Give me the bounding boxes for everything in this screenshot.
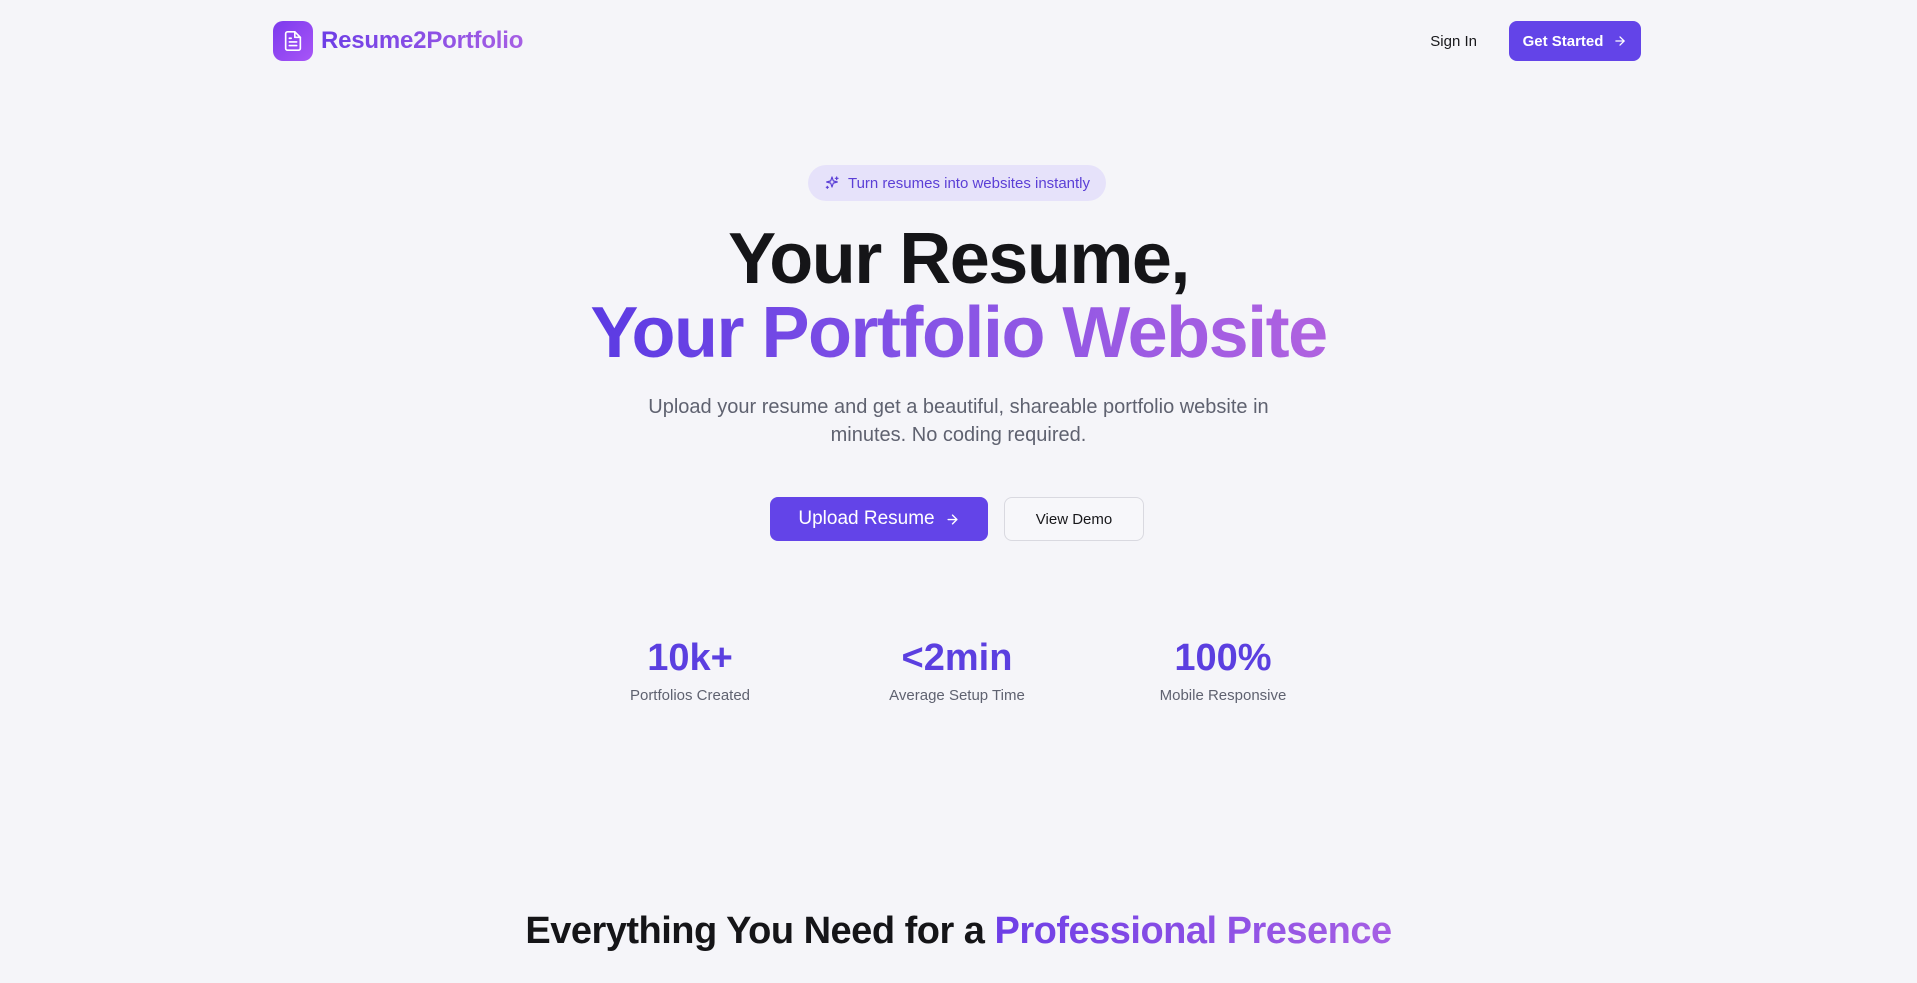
features-heading-accent: Professional Presence	[994, 910, 1393, 952]
top-navbar: Resume2Portfolio Sign In Get Started	[0, 0, 1917, 82]
hero-badge: Turn resumes into websites instantly	[808, 165, 1106, 201]
hero-title-line1: Your Resume,	[728, 219, 1190, 299]
upload-resume-label: Upload Resume	[798, 508, 935, 529]
arrow-right-icon	[945, 512, 960, 527]
get-started-button[interactable]: Get Started	[1509, 21, 1641, 61]
stat-responsive: 100% Mobile Responsive	[1113, 633, 1333, 704]
stat-portfolios: 10k+ Portfolios Created	[580, 633, 800, 704]
hero-title-line2: Your Portfolio Website	[590, 293, 1328, 373]
features-heading: Everything You Need for a Professional P…	[0, 910, 1917, 953]
hero-subtitle: Upload your resume and get a beautiful, …	[648, 396, 1269, 446]
arrow-right-icon	[1613, 34, 1627, 48]
sparkles-icon	[824, 175, 840, 191]
stat-label: Mobile Responsive	[1159, 687, 1287, 704]
upload-resume-button[interactable]: Upload Resume	[770, 497, 988, 541]
view-demo-button[interactable]: View Demo	[1004, 497, 1144, 541]
view-demo-label: View Demo	[1035, 510, 1113, 528]
stat-label: Average Setup Time	[889, 687, 1025, 704]
stat-label: Portfolios Created	[629, 687, 751, 704]
nav-actions: Sign In Get Started	[1430, 21, 1641, 61]
hero-title: Your Resume, Your Portfolio Website	[0, 222, 1917, 370]
features-heading-prefix: Everything You Need for a	[525, 910, 985, 952]
sign-in-link[interactable]: Sign In	[1430, 33, 1477, 50]
hero-cta-row: Upload Resume View Demo	[770, 497, 1144, 541]
stat-value: 100%	[1174, 637, 1272, 679]
stat-value: 10k+	[647, 637, 733, 679]
brand-logo-link[interactable]: Resume2Portfolio	[273, 21, 523, 61]
stat-setup-time: <2min Average Setup Time	[847, 633, 1067, 704]
get-started-label: Get Started	[1522, 32, 1604, 50]
badge-text: Turn resumes into websites instantly	[847, 174, 1091, 192]
brand-name: Resume2Portfolio	[321, 27, 524, 54]
document-icon	[273, 21, 313, 61]
stat-value: <2min	[901, 637, 1013, 679]
